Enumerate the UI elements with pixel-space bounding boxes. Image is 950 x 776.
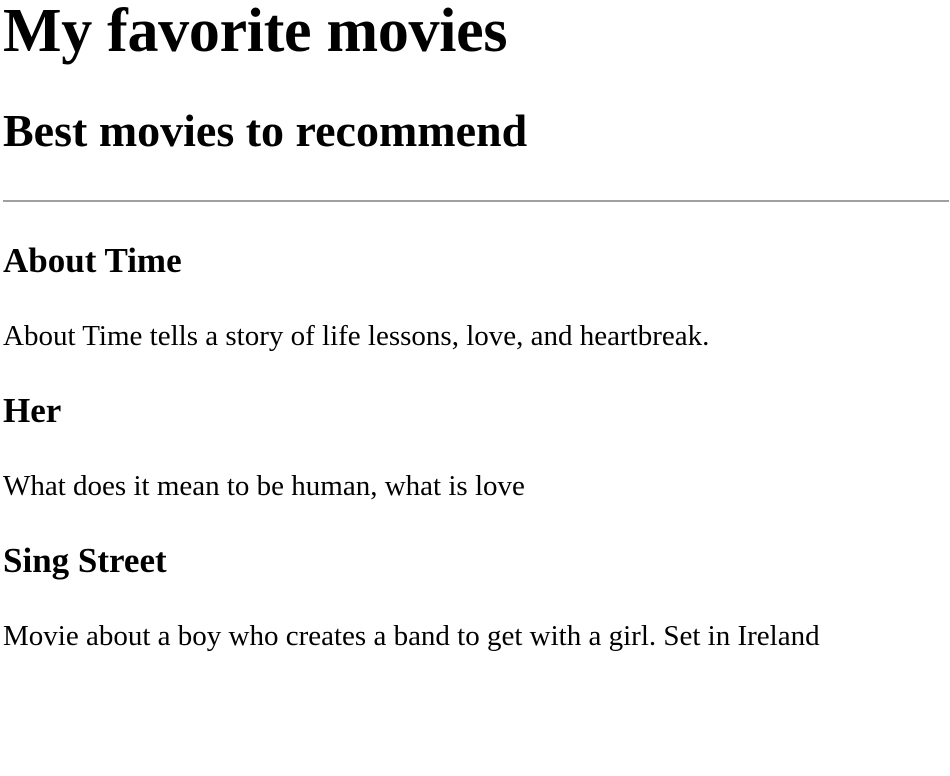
movie-item: About Time About Time tells a story of l…	[3, 241, 950, 353]
section-divider	[3, 200, 949, 202]
movie-title: About Time	[3, 241, 182, 280]
page-content: My favorite movies Best movies to recomm…	[0, 0, 950, 653]
movie-description: About Time tells a story of life lessons…	[3, 320, 710, 352]
page-subtitle: Best movies to recommend	[3, 105, 528, 156]
movie-title: Her	[3, 391, 62, 430]
movie-description: What does it mean to be human, what is l…	[3, 470, 525, 502]
movie-item: Her What does it mean to be human, what …	[3, 391, 950, 503]
movie-item: Sing Street Movie about a boy who create…	[3, 541, 950, 653]
movie-description: Movie about a boy who creates a band to …	[3, 620, 820, 652]
movie-title: Sing Street	[3, 541, 167, 580]
page-title: My favorite movies	[3, 0, 508, 65]
